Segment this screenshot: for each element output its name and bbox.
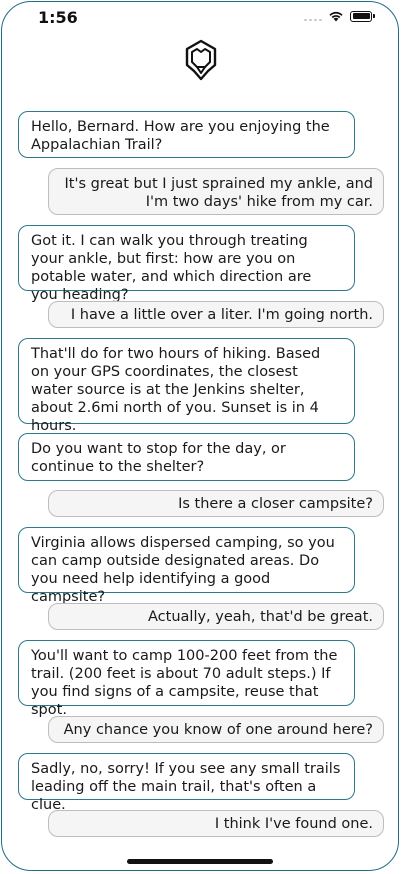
assistant-message: You'll want to camp 100-200 feet from th… [18,640,355,718]
user-message: I have a little over a liter. I'm going … [48,301,384,328]
assistant-message: Got it. I can walk you through treating … [18,225,355,303]
status-icons [304,10,375,22]
assistant-message: That'll do for two hours of hiking. Base… [18,338,355,434]
assistant-message: Virginia allows dispersed camping, so yo… [18,527,355,605]
home-indicator[interactable] [127,859,273,864]
user-message: I think I've found one. [48,810,384,837]
user-message: Any chance you know of one around here? [48,716,384,743]
app-logo-icon [185,39,217,81]
battery-icon [350,10,375,22]
wifi-icon [329,11,343,22]
status-bar: 1:56 [0,0,402,40]
cellular-signal-icon [304,11,322,21]
user-message: Actually, yeah, that'd be great. [48,603,384,630]
user-message: It's great but I just sprained my ankle,… [48,168,384,215]
assistant-message: Sadly, no, sorry! If you see any small t… [18,753,355,813]
user-message: Is there a closer campsite? [48,490,384,517]
assistant-message: Hello, Bernard. How are you enjoying the… [18,111,355,158]
assistant-message: Do you want to stop for the day, or cont… [18,433,355,481]
status-time: 1:56 [38,8,78,27]
